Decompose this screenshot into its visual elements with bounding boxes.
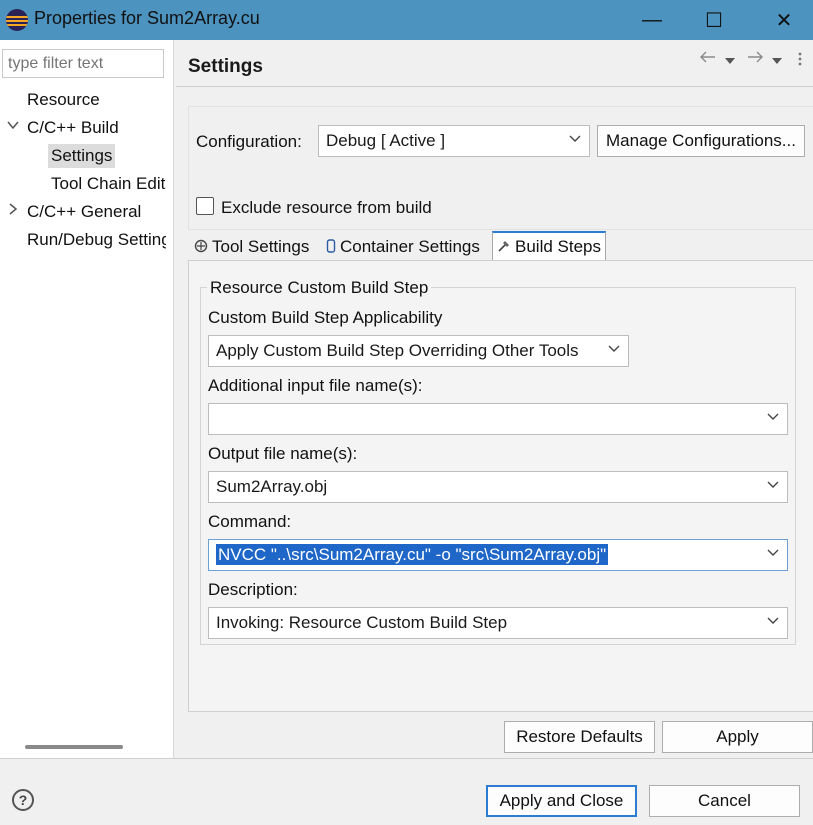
- property-tree-pane: Resource C/C++ Build Settings Tool Chain…: [0, 40, 174, 758]
- applicability-select[interactable]: Apply Custom Build Step Overriding Other…: [208, 335, 629, 367]
- applicability-value: Apply Custom Build Step Overriding Other…: [216, 341, 579, 360]
- horizontal-scrollbar[interactable]: [25, 745, 123, 749]
- configuration-select[interactable]: Debug [ Active ]: [318, 125, 590, 157]
- forward-arrow-icon[interactable]: [747, 50, 763, 66]
- chevron-down-icon: [608, 341, 620, 357]
- header-divider: [176, 86, 813, 87]
- tree-item-label: Settings: [51, 146, 113, 165]
- maximize-button[interactable]: ☐: [694, 4, 734, 36]
- help-icon: ?: [18, 792, 28, 808]
- chevron-down-icon: [767, 545, 779, 561]
- output-files-label: Output file name(s):: [208, 444, 358, 463]
- tab-tool-settings[interactable]: Tool Settings: [190, 233, 313, 261]
- help-button[interactable]: ?: [12, 789, 34, 811]
- input-files-combo[interactable]: [208, 403, 788, 435]
- group-title: Resource Custom Build Step: [207, 278, 432, 298]
- tool-settings-icon: [194, 239, 208, 256]
- back-menu-chevron-icon[interactable]: [724, 52, 736, 68]
- tree-item-settings[interactable]: Settings: [48, 144, 116, 168]
- manage-configurations-button[interactable]: Manage Configurations...: [597, 125, 805, 157]
- maximize-icon: ☐: [705, 9, 723, 32]
- eclipse-app-icon: [6, 9, 28, 31]
- container-icon: [326, 238, 336, 256]
- tree-item-run-debug-settings[interactable]: Run/Debug Settings: [27, 230, 166, 250]
- chevron-down-icon: [767, 477, 779, 493]
- command-combo[interactable]: NVCC "..\src\Sum2Array.cu" -o "src\Sum2A…: [208, 539, 788, 571]
- exclude-resource-checkbox[interactable]: [196, 197, 214, 215]
- tab-label: Container Settings: [340, 237, 480, 256]
- build-steps-icon: [497, 239, 511, 256]
- description-value: Invoking: Resource Custom Build Step: [216, 613, 508, 632]
- tab-label: Tool Settings: [212, 237, 310, 256]
- tree-item-resource[interactable]: Resource: [27, 90, 100, 110]
- tree-item-label: C/C++ Build: [27, 118, 119, 137]
- chevron-down-icon: [767, 409, 779, 425]
- tree-item-label: C/C++ General: [27, 202, 142, 221]
- input-files-label: Additional input file name(s):: [208, 376, 423, 395]
- output-files-value: Sum2Array.obj: [216, 477, 328, 496]
- output-files-combo[interactable]: Sum2Array.obj: [208, 471, 788, 503]
- command-label: Command:: [208, 512, 292, 531]
- close-button[interactable]: ✕: [764, 4, 804, 36]
- command-value: NVCC "..\src\Sum2Array.cu" -o "src\Sum2A…: [216, 544, 609, 565]
- page-title: Settings: [188, 56, 263, 77]
- window-title: Properties for Sum2Array.cu: [34, 8, 260, 28]
- tree-item-cpp-general[interactable]: C/C++ General: [27, 202, 141, 222]
- forward-menu-chevron-icon[interactable]: [771, 52, 783, 68]
- tab-container-settings[interactable]: Container Settings: [322, 233, 484, 261]
- cancel-button[interactable]: Cancel: [649, 785, 800, 817]
- minimize-button[interactable]: —: [632, 4, 672, 36]
- tree-item-tool-chain-editor[interactable]: Tool Chain Editor: [51, 174, 166, 194]
- back-arrow-icon[interactable]: [700, 50, 716, 66]
- tree-item-label: Resource: [27, 90, 100, 109]
- exclude-resource-label: Exclude resource from build: [221, 198, 432, 217]
- description-combo[interactable]: Invoking: Resource Custom Build Step: [208, 607, 788, 639]
- chevron-down-icon: [569, 131, 581, 147]
- tab-label: Build Steps: [515, 237, 601, 256]
- tree-item-cpp-build[interactable]: C/C++ Build: [27, 118, 119, 138]
- applicability-label: Custom Build Step Applicability: [208, 308, 443, 327]
- minimize-icon: —: [642, 8, 662, 31]
- description-label: Description:: [208, 580, 298, 599]
- chevron-right-icon[interactable]: [6, 202, 20, 219]
- apply-and-close-button[interactable]: Apply and Close: [486, 785, 637, 817]
- restore-defaults-button[interactable]: Restore Defaults: [504, 721, 655, 753]
- tree-item-label: Run/Debug Settings: [27, 230, 166, 249]
- configuration-value: Debug [ Active ]: [326, 131, 446, 150]
- close-icon: ✕: [775, 9, 793, 32]
- chevron-down-icon[interactable]: [6, 118, 20, 135]
- apply-button[interactable]: Apply: [662, 721, 813, 753]
- filter-input[interactable]: [2, 49, 164, 78]
- configuration-label: Configuration:: [196, 132, 302, 151]
- tree-item-label: Tool Chain Editor: [51, 174, 166, 193]
- chevron-down-icon: [767, 613, 779, 629]
- view-menu-icon[interactable]: [797, 51, 803, 70]
- tab-build-steps[interactable]: Build Steps: [492, 231, 606, 261]
- footer-divider: [0, 758, 813, 759]
